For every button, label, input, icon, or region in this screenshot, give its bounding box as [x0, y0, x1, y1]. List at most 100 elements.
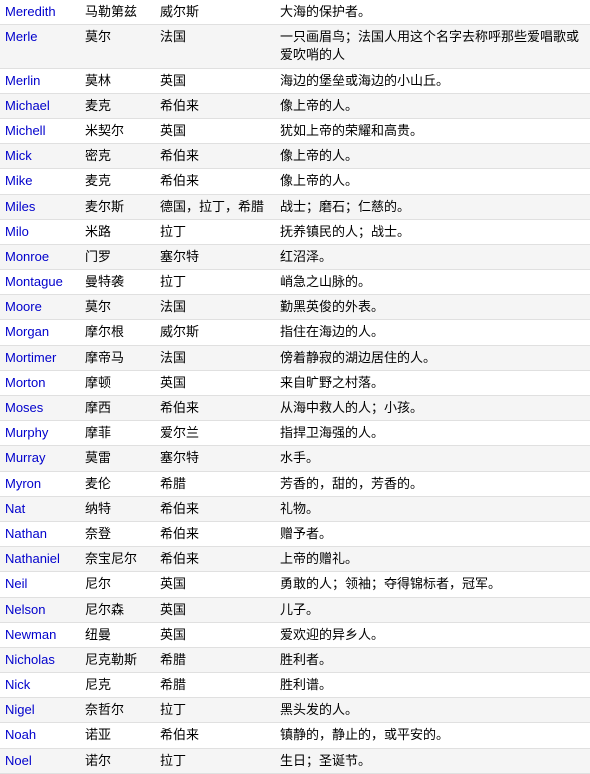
chinese-cell: 奈哲尔	[80, 698, 155, 723]
chinese-cell: 纽曼	[80, 622, 155, 647]
chinese-cell: 摩菲	[80, 421, 155, 446]
name-cell[interactable]: Newman	[0, 622, 80, 647]
name-cell[interactable]: Neil	[0, 572, 80, 597]
meaning-cell: 傍着静寂的湖边居住的人。	[275, 345, 590, 370]
origin-cell: 德国，拉丁，希腊	[155, 194, 275, 219]
name-cell[interactable]: Nathaniel	[0, 547, 80, 572]
table-row: Murray 莫雷 塞尔特 水手。	[0, 446, 590, 471]
origin-cell: 塞尔特	[155, 446, 275, 471]
origin-cell: 英国	[155, 68, 275, 93]
chinese-cell: 摩尔根	[80, 320, 155, 345]
name-cell[interactable]: Nigel	[0, 698, 80, 723]
table-row: Noel 诺尔 拉丁 生日；圣诞节。	[0, 748, 590, 773]
meaning-cell: 水手。	[275, 446, 590, 471]
meaning-cell: 海边的堡垒或海边的小山丘。	[275, 68, 590, 93]
chinese-cell: 米路	[80, 219, 155, 244]
name-cell[interactable]: Mortimer	[0, 345, 80, 370]
name-cell[interactable]: Murray	[0, 446, 80, 471]
chinese-cell: 奈登	[80, 521, 155, 546]
name-cell[interactable]: Merlin	[0, 68, 80, 93]
table-row: Murphy 摩菲 爱尔兰 指捍卫海强的人。	[0, 421, 590, 446]
name-cell[interactable]: Nelson	[0, 597, 80, 622]
chinese-cell: 纳特	[80, 496, 155, 521]
name-cell[interactable]: Murphy	[0, 421, 80, 446]
table-row: Mick 密克 希伯来 像上帝的人。	[0, 144, 590, 169]
name-cell[interactable]: Miles	[0, 194, 80, 219]
chinese-cell: 奈宝尼尔	[80, 547, 155, 572]
origin-cell: 希伯来	[155, 169, 275, 194]
chinese-cell: 莫雷	[80, 446, 155, 471]
meaning-cell: 一只画眉鸟；法国人用这个名字去称呼那些爱唱歌或爱吹哨的人	[275, 25, 590, 68]
meaning-cell: 指捍卫海强的人。	[275, 421, 590, 446]
name-cell[interactable]: Nathan	[0, 521, 80, 546]
origin-cell: 威尔斯	[155, 320, 275, 345]
name-cell[interactable]: Mick	[0, 144, 80, 169]
chinese-cell: 麦克	[80, 93, 155, 118]
meaning-cell: 芳香的，甜的，芳香的。	[275, 471, 590, 496]
name-cell[interactable]: Noel	[0, 748, 80, 773]
chinese-cell: 莫林	[80, 68, 155, 93]
table-row: Milo 米路 拉丁 抚养镇民的人；战士。	[0, 219, 590, 244]
chinese-cell: 诺亚	[80, 723, 155, 748]
table-row: Noah 诺亚 希伯来 镇静的，静止的，或平安的。	[0, 723, 590, 748]
origin-cell: 希伯来	[155, 93, 275, 118]
table-row: Nicholas 尼克勒斯 希腊 胜利者。	[0, 647, 590, 672]
name-cell[interactable]: Morgan	[0, 320, 80, 345]
origin-cell: 拉丁	[155, 748, 275, 773]
name-cell[interactable]: Montague	[0, 270, 80, 295]
chinese-cell: 尼克勒斯	[80, 647, 155, 672]
meaning-cell: 勇敢的人；领袖；夺得锦标者，冠军。	[275, 572, 590, 597]
table-row: Merle 莫尔 法国 一只画眉鸟；法国人用这个名字去称呼那些爱唱歌或爱吹哨的人	[0, 25, 590, 68]
name-cell[interactable]: Myron	[0, 471, 80, 496]
table-row: Neil 尼尔 英国 勇敢的人；领袖；夺得锦标者，冠军。	[0, 572, 590, 597]
meaning-cell: 抚养镇民的人；战士。	[275, 219, 590, 244]
origin-cell: 希伯来	[155, 496, 275, 521]
origin-cell: 拉丁	[155, 270, 275, 295]
name-cell[interactable]: Moses	[0, 396, 80, 421]
table-row: Merlin 莫林 英国 海边的堡垒或海边的小山丘。	[0, 68, 590, 93]
table-row: Nelson 尼尔森 英国 儿子。	[0, 597, 590, 622]
chinese-cell: 摩帝马	[80, 345, 155, 370]
name-cell[interactable]: Meredith	[0, 0, 80, 25]
name-cell[interactable]: Morton	[0, 370, 80, 395]
meaning-cell: 像上帝的人。	[275, 144, 590, 169]
meaning-cell: 黑头发的人。	[275, 698, 590, 723]
origin-cell: 拉丁	[155, 219, 275, 244]
table-row: Moses 摩西 希伯来 从海中救人的人；小孩。	[0, 396, 590, 421]
origin-cell: 法国	[155, 345, 275, 370]
name-cell[interactable]: Noah	[0, 723, 80, 748]
origin-cell: 希腊	[155, 647, 275, 672]
table-row: Montague 曼特袭 拉丁 峭急之山脉的。	[0, 270, 590, 295]
origin-cell: 英国	[155, 572, 275, 597]
origin-cell: 希伯来	[155, 396, 275, 421]
name-cell[interactable]: Mike	[0, 169, 80, 194]
name-cell[interactable]: Moore	[0, 295, 80, 320]
name-cell[interactable]: Nicholas	[0, 647, 80, 672]
table-row: Morton 摩顿 英国 来自旷野之村落。	[0, 370, 590, 395]
meaning-cell: 像上帝的人。	[275, 169, 590, 194]
chinese-cell: 门罗	[80, 244, 155, 269]
table-row: Moore 莫尔 法国 勤黑英俊的外表。	[0, 295, 590, 320]
meaning-cell: 镇静的，静止的，或平安的。	[275, 723, 590, 748]
origin-cell: 希伯来	[155, 521, 275, 546]
meaning-cell: 生日；圣诞节。	[275, 748, 590, 773]
name-cell[interactable]: Nat	[0, 496, 80, 521]
meaning-cell: 来自旷野之村落。	[275, 370, 590, 395]
name-cell[interactable]: Michael	[0, 93, 80, 118]
table-row: Monroe 门罗 塞尔特 红沼泽。	[0, 244, 590, 269]
name-cell[interactable]: Michell	[0, 118, 80, 143]
name-cell[interactable]: Milo	[0, 219, 80, 244]
meaning-cell: 从海中救人的人；小孩。	[275, 396, 590, 421]
origin-cell: 希伯来	[155, 547, 275, 572]
name-cell[interactable]: Merle	[0, 25, 80, 68]
chinese-cell: 摩西	[80, 396, 155, 421]
table-row: Morgan 摩尔根 威尔斯 指住在海边的人。	[0, 320, 590, 345]
chinese-cell: 麦伦	[80, 471, 155, 496]
origin-cell: 塞尔特	[155, 244, 275, 269]
chinese-cell: 尼尔森	[80, 597, 155, 622]
meaning-cell: 犹如上帝的荣耀和高贵。	[275, 118, 590, 143]
meaning-cell: 峭急之山脉的。	[275, 270, 590, 295]
table-row: Mike 麦克 希伯来 像上帝的人。	[0, 169, 590, 194]
chinese-cell: 密克	[80, 144, 155, 169]
name-cell[interactable]: Monroe	[0, 244, 80, 269]
